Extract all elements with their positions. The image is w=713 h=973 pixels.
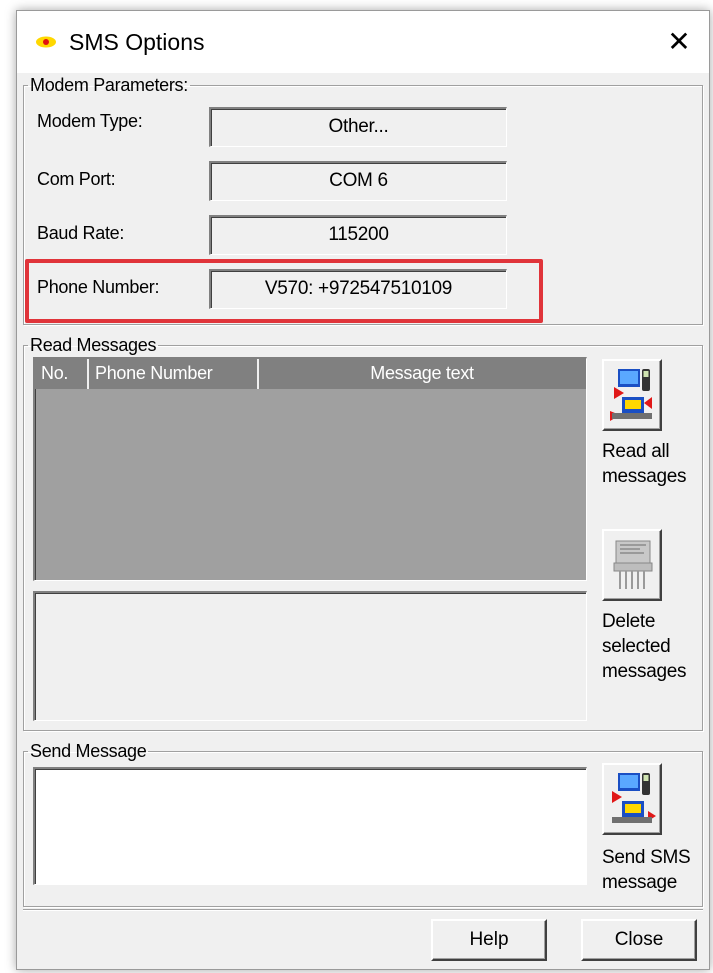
phone-number-label: Phone Number:: [37, 277, 160, 297]
messages-list-header: No. Phone Number Message text: [35, 359, 586, 389]
read-messages-icon: [610, 369, 652, 421]
delete-selected-messages-button[interactable]: [602, 529, 662, 601]
window-title: SMS Options: [69, 29, 205, 55]
read-all-messages-button[interactable]: [602, 359, 662, 431]
baud-rate-field[interactable]: 115200: [209, 215, 507, 255]
send-sms-caption-line1: Send SMS: [602, 847, 691, 868]
sms-options-dialog: SMS Options ✕ Modem Parameters: Modem Ty…: [16, 10, 710, 970]
column-header-phone-number[interactable]: Phone Number: [89, 359, 259, 389]
send-sms-caption-line2: message: [602, 872, 677, 893]
com-port-field[interactable]: COM 6: [209, 161, 507, 201]
delete-caption-line3: messages: [602, 661, 687, 682]
messages-list[interactable]: No. Phone Number Message text: [33, 357, 587, 581]
read-all-caption-line2: messages: [602, 466, 687, 487]
read-all-caption-line1: Read all: [602, 441, 670, 462]
delete-caption-line1: Delete: [602, 611, 656, 632]
message-preview-area: [33, 591, 587, 721]
modem-type-field[interactable]: Other...: [209, 107, 507, 147]
read-messages-legend: Read Messages: [30, 335, 157, 355]
com-port-label: Com Port:: [37, 169, 116, 189]
phone-number-field[interactable]: V570: +972547510109: [209, 269, 507, 309]
title-bar: SMS Options ✕: [17, 11, 709, 73]
footer-separator: [23, 909, 703, 911]
delete-messages-icon: [613, 540, 653, 589]
delete-caption-line2: selected: [602, 636, 671, 657]
send-sms-caption: Send SMS message: [602, 845, 712, 895]
close-icon[interactable]: ✕: [659, 25, 699, 59]
column-header-message-text[interactable]: Message text: [259, 359, 585, 389]
send-sms-icon: [612, 773, 656, 823]
send-sms-message-button[interactable]: [602, 763, 662, 835]
modem-parameters-legend: Modem Parameters:: [30, 75, 188, 95]
sms-app-icon: [36, 36, 56, 48]
help-button[interactable]: Help: [431, 919, 547, 961]
modem-type-label: Modem Type:: [37, 111, 143, 131]
close-button[interactable]: Close: [581, 919, 697, 961]
send-message-legend: Send Message: [30, 741, 147, 761]
read-all-caption: Read all messages: [602, 439, 712, 489]
send-message-text-input[interactable]: [33, 767, 587, 885]
baud-rate-label: Baud Rate:: [37, 223, 125, 243]
delete-caption: Delete selected messages: [602, 609, 712, 684]
column-header-no[interactable]: No.: [35, 359, 89, 389]
